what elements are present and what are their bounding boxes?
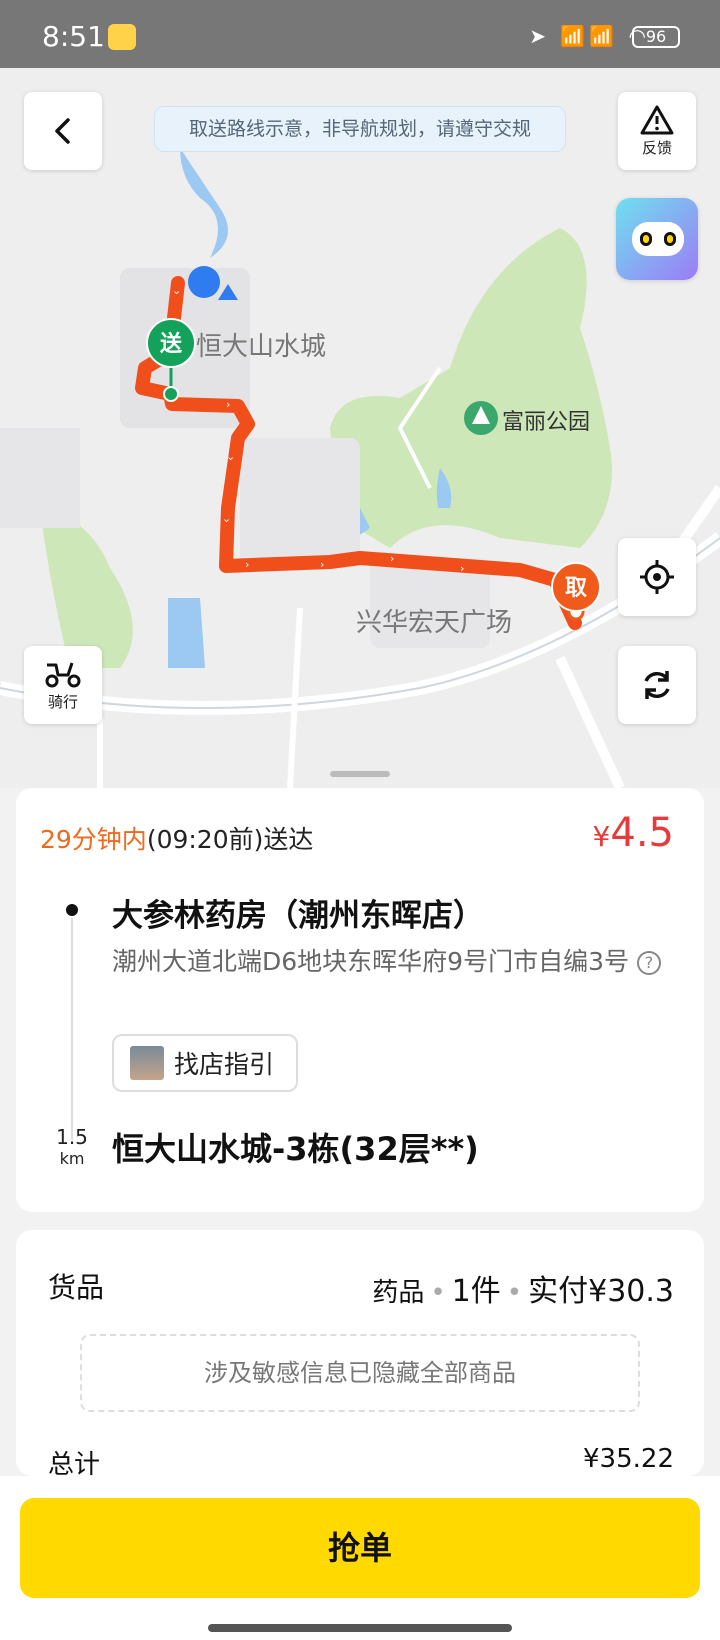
map-canvas: ⌄ › ⌄ ⌄ › › › ›	[0, 148, 720, 788]
refresh-icon	[644, 671, 670, 699]
delivery-destination: 恒大山水城-3栋(32层**)	[112, 1130, 479, 1168]
robot-icon	[632, 222, 684, 256]
total-value: ¥35.22	[583, 1444, 674, 1474]
goods-count: 1件	[451, 1274, 501, 1309]
ai-assistant-button[interactable]	[616, 198, 698, 280]
help-icon[interactable]: ?	[636, 951, 661, 975]
route-map[interactable]: ⌄ › ⌄ ⌄ › › › › 恒大山水城 富丽公园 兴华宏天广场 送 取	[0, 68, 720, 788]
svg-text:⌄: ⌄	[222, 512, 231, 525]
svg-text:›: ›	[390, 552, 394, 565]
goods-label: 货品	[48, 1271, 105, 1304]
svg-text:⌄: ⌄	[172, 284, 181, 297]
map-label-destination: 恒大山水城	[196, 332, 327, 362]
chevron-left-icon	[55, 118, 70, 144]
goods-card: 货品 药品 • 1件 • 实付¥30.3 涉及敏感信息已隐藏全部商品 总计 ¥35.22	[16, 1230, 704, 1480]
svg-text:⌄: ⌄	[226, 450, 235, 463]
pickup-marker[interactable]: 取	[551, 562, 601, 612]
price-value: 4.5	[610, 810, 674, 856]
svg-text:›: ›	[460, 562, 464, 575]
app-notification-icon	[108, 24, 136, 50]
delivery-deadline: 29分钟内(09:20前)送达	[40, 820, 313, 856]
svg-text:›: ›	[320, 558, 324, 571]
route-notice: 取送路线示意，非导航规划，请遵守交规	[154, 106, 566, 152]
sheet-drag-handle[interactable]	[330, 771, 390, 777]
store-address: 潮州大道北端D6地块东晖华府9号门市自编3号 ?	[112, 944, 672, 980]
distance: 1.5 km	[52, 1126, 92, 1170]
store-address-text: 潮州大道北端D6地块东晖华府9号门市自编3号	[112, 947, 629, 976]
ride-mode-label: 骑行	[47, 692, 78, 711]
deadline-highlight: 29分钟内	[40, 825, 147, 854]
warning-icon	[640, 105, 674, 134]
locate-button[interactable]	[618, 538, 696, 616]
route-line	[71, 918, 73, 1140]
hidden-items-notice: 涉及敏感信息已隐藏全部商品	[80, 1334, 640, 1412]
feedback-label: 反馈	[641, 138, 672, 157]
store-name: 大参林药房（潮州东晖店）	[112, 898, 484, 934]
goods-summary: 药品 • 1件 • 实付¥30.3	[372, 1274, 674, 1309]
store-guide-button[interactable]: 找店指引	[112, 1034, 298, 1092]
bottom-bar: 抢单	[0, 1476, 720, 1640]
price-symbol: ¥	[592, 820, 611, 853]
home-indicator[interactable]	[208, 1624, 512, 1632]
svg-text:›: ›	[226, 398, 230, 411]
deadline-text: (09:20前)送达	[146, 825, 314, 854]
goods-paid: 实付¥30.3	[528, 1274, 674, 1309]
order-card: 29分钟内(09:20前)送达 ¥4.5 大参林药房（潮州东晖店） 潮州大道北端…	[16, 788, 704, 1212]
svg-text:›: ›	[245, 558, 249, 571]
distance-unit: km	[59, 1149, 85, 1168]
distance-value: 1.5	[56, 1125, 88, 1149]
locate-icon	[640, 560, 674, 594]
feedback-button[interactable]: 反馈	[618, 92, 696, 170]
refresh-button[interactable]	[618, 646, 696, 724]
status-time: 8:51	[42, 20, 105, 53]
store-guide-label: 找店指引	[174, 1050, 275, 1079]
store-photo-thumbnail	[130, 1046, 164, 1080]
back-button[interactable]	[24, 92, 102, 170]
delivery-fee: ¥4.5	[593, 810, 674, 856]
status-bar: 8:51 ➤ 📶📶 ◠ 96	[0, 0, 720, 68]
goods-category: 药品	[372, 1278, 425, 1308]
map-label-plaza: 兴华宏天广场	[356, 608, 513, 638]
grab-order-button[interactable]: 抢单	[20, 1498, 700, 1598]
battery-icon: 96	[632, 26, 680, 48]
scooter-icon	[45, 662, 81, 687]
pickup-dot-icon	[66, 904, 78, 916]
ride-mode-button[interactable]: 骑行	[24, 646, 102, 724]
deliver-marker[interactable]: 送	[146, 318, 196, 368]
map-label-park: 富丽公园	[502, 410, 591, 435]
